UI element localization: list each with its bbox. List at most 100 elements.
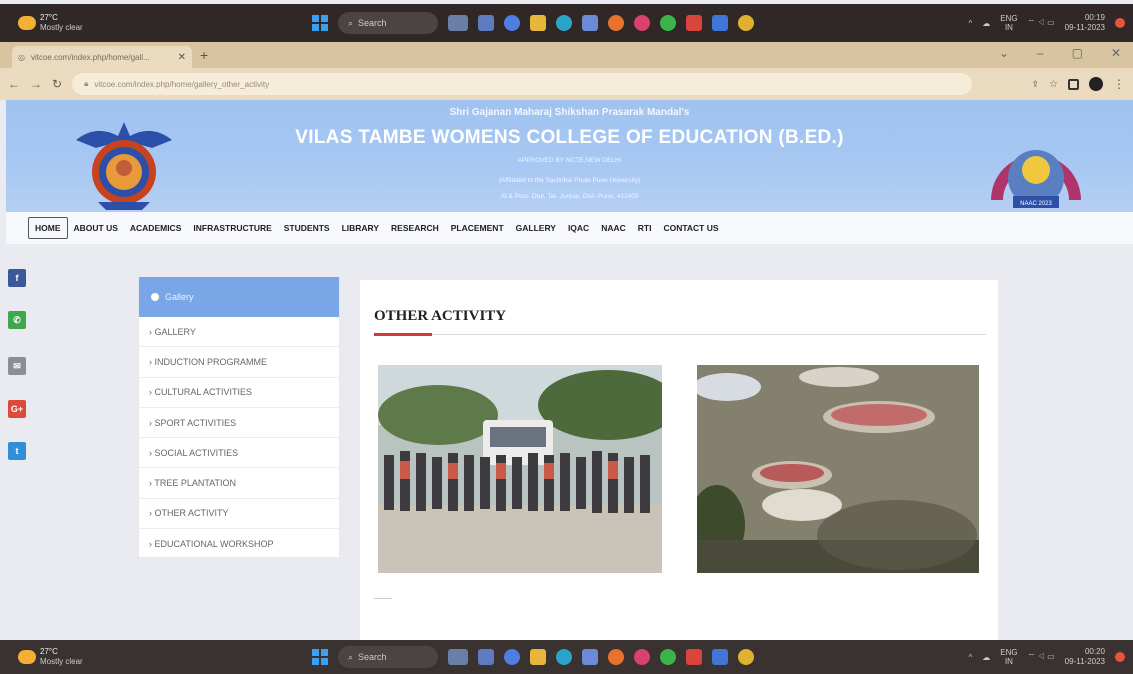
gallery-sidebar: Gallery › GALLERY › INDUCTION PROGRAMME › … xyxy=(138,276,340,560)
wifi-icon[interactable]: ⌔ ◁ ▭ xyxy=(1028,652,1055,662)
nav-item-academics[interactable]: ACADEMICS xyxy=(124,218,187,238)
weather-icon xyxy=(18,16,36,30)
weather-widget[interactable]: 27°C Mostly clear xyxy=(18,647,128,667)
app-icon-red[interactable] xyxy=(686,649,702,665)
file-explorer-icon[interactable] xyxy=(530,649,546,665)
cloud-icon[interactable]: ☁ xyxy=(982,653,990,662)
reload-icon[interactable]: ↻ xyxy=(52,77,62,91)
bookmark-star-icon[interactable]: ☆ xyxy=(1049,79,1058,90)
edge-icon[interactable] xyxy=(556,15,572,31)
sidebar-item-social-activities[interactable]: › SOCIAL ACTIVITIES xyxy=(139,438,339,469)
content-footer-line xyxy=(374,598,392,599)
chrome-icon[interactable] xyxy=(738,649,754,665)
nav-item-research[interactable]: RESEARCH xyxy=(385,218,445,238)
minimize-icon[interactable]: – xyxy=(1037,46,1044,60)
facebook-icon[interactable]: f xyxy=(8,269,26,287)
edge-icon[interactable] xyxy=(556,649,572,665)
task-view-icon[interactable] xyxy=(448,649,468,665)
task-view-icon[interactable] xyxy=(448,15,468,31)
wifi-icon[interactable]: ⌔ ◁ ▭ xyxy=(1028,18,1055,28)
clock[interactable]: 00:19 09-11-2023 xyxy=(1065,13,1105,33)
chevron-up-icon[interactable]: ^ xyxy=(969,653,973,662)
college-title: VILAS TAMBE WOMENS COLLEGE OF EDUCATION … xyxy=(295,127,844,148)
file-explorer-icon[interactable] xyxy=(530,15,546,31)
close-window-icon[interactable]: ✕ xyxy=(1111,46,1121,60)
browser-toolbar: ← → ↻ 🔒︎ vitcoe.com/index.php/home/galle… xyxy=(0,68,1133,100)
browser-tab[interactable]: ◎ vitcoe.com/index.php/home/gall... ✕ xyxy=(12,46,192,68)
weather-desc: Mostly clear xyxy=(40,657,83,666)
gallery-photo-boats[interactable] xyxy=(697,365,979,573)
nav-item-naac[interactable]: NAAC xyxy=(595,218,632,238)
sidebar-item-tree-plantation[interactable]: › TREE PLANTATION xyxy=(139,468,339,499)
nav-item-gallery[interactable]: GALLERY xyxy=(510,218,562,238)
nav-item-placement[interactable]: PLACEMENT xyxy=(445,218,510,238)
tab-search-chevron-icon[interactable]: ⌄ xyxy=(999,46,1009,60)
taskbar-search[interactable]: ⌕ Search xyxy=(338,12,438,34)
clock[interactable]: 00:20 09-11-2023 xyxy=(1065,647,1105,667)
sidebar-item-gallery[interactable]: › GALLERY xyxy=(139,317,339,348)
sidebar-item-sport-activities[interactable]: › SPORT ACTIVITIES xyxy=(139,408,339,439)
language-indicator: ENG xyxy=(1000,14,1018,23)
chrome-icon[interactable] xyxy=(738,15,754,31)
close-tab-icon[interactable]: ✕ xyxy=(178,52,186,63)
start-icon[interactable] xyxy=(312,15,328,31)
nav-item-iqac[interactable]: IQAC xyxy=(562,218,595,238)
extensions-icon[interactable] xyxy=(1068,78,1079,90)
nav-item-infrastructure[interactable]: INFRASTRUCTURE xyxy=(187,218,277,238)
browser-tab-strip: ◎ vitcoe.com/index.php/home/gall... ✕ + … xyxy=(0,42,1133,68)
profile-avatar[interactable] xyxy=(1089,77,1103,91)
nav-item-contact-us[interactable]: CONTACT US xyxy=(657,218,724,238)
sidebar-list: › GALLERY › INDUCTION PROGRAMME › CULTURAL… xyxy=(139,317,339,560)
nav-item-students[interactable]: STUDENTS xyxy=(278,218,336,238)
nav-item-rti[interactable]: RTI xyxy=(632,218,658,238)
chevron-up-icon[interactable]: ^ xyxy=(969,19,973,28)
store-icon[interactable] xyxy=(582,649,598,665)
notification-icon[interactable] xyxy=(1115,18,1125,28)
sidebar-item-cultural-activities[interactable]: › CULTURAL ACTIVITIES xyxy=(139,378,339,408)
email-icon[interactable]: ✉ xyxy=(8,357,26,375)
affiliation-text: (Affiliated to the Savitribai Phule Pune… xyxy=(498,177,641,184)
start-icon[interactable] xyxy=(312,649,328,665)
store-icon[interactable] xyxy=(582,15,598,31)
chat-icon[interactable] xyxy=(504,15,520,31)
app-icon-green[interactable] xyxy=(660,649,676,665)
sidebar-item-other-activity[interactable]: › OTHER ACTIVITY xyxy=(139,499,339,530)
page-favicon-icon: ◎ xyxy=(18,52,25,62)
twitter-icon[interactable]: t xyxy=(8,442,26,460)
sidebar-item-educational-workshop[interactable]: › EDUCATIONAL WORKSHOP xyxy=(139,529,339,560)
weather-icon xyxy=(18,650,36,664)
app-icon-red[interactable] xyxy=(686,15,702,31)
widgets-icon[interactable] xyxy=(478,15,494,31)
whatsapp-icon[interactable]: ✆ xyxy=(8,311,26,329)
app-icon-pink[interactable] xyxy=(634,15,650,31)
share-icon[interactable]: ⇪ xyxy=(1031,79,1039,90)
address-bar[interactable]: 🔒︎ vitcoe.com/index.php/home/gallery_oth… xyxy=(72,73,973,95)
taskbar-search[interactable]: ⌕ Search xyxy=(338,646,438,668)
app-icon-green[interactable] xyxy=(660,15,676,31)
menu-icon[interactable]: ⋮ xyxy=(1113,77,1125,91)
notification-icon[interactable] xyxy=(1115,652,1125,662)
title-accent-bar xyxy=(374,333,432,336)
app-icon-blue[interactable] xyxy=(712,649,728,665)
system-tray: ^ ☁ ENG IN ⌔ ◁ ▭ 00:19 09-11-2023 xyxy=(969,13,1125,33)
nav-item-about-us[interactable]: ABOUT US xyxy=(68,218,124,238)
sidebar-item-induction-programme[interactable]: › INDUCTION PROGRAMME xyxy=(139,347,339,378)
info-circle-icon xyxy=(151,293,159,301)
back-icon[interactable]: ← xyxy=(8,77,20,91)
cloud-icon[interactable]: ☁ xyxy=(982,19,990,28)
weather-widget[interactable]: 27°C Mostly clear xyxy=(18,13,128,33)
nav-item-home[interactable]: HOME xyxy=(28,217,68,239)
maximize-icon[interactable]: ▢ xyxy=(1072,46,1083,60)
new-tab-icon[interactable]: + xyxy=(200,47,208,63)
weather-temp: 27°C xyxy=(40,647,58,656)
google-plus-icon[interactable]: G+ xyxy=(8,400,26,418)
gallery-photo-group-bus[interactable] xyxy=(378,365,662,573)
app-icon-blue[interactable] xyxy=(712,15,728,31)
nav-item-library[interactable]: LIBRARY xyxy=(336,218,385,238)
widgets-icon[interactable] xyxy=(478,649,494,665)
chat-icon[interactable] xyxy=(504,649,520,665)
firefox-icon[interactable] xyxy=(608,649,624,665)
forward-icon[interactable]: → xyxy=(30,77,42,91)
firefox-icon[interactable] xyxy=(608,15,624,31)
app-icon-pink[interactable] xyxy=(634,649,650,665)
